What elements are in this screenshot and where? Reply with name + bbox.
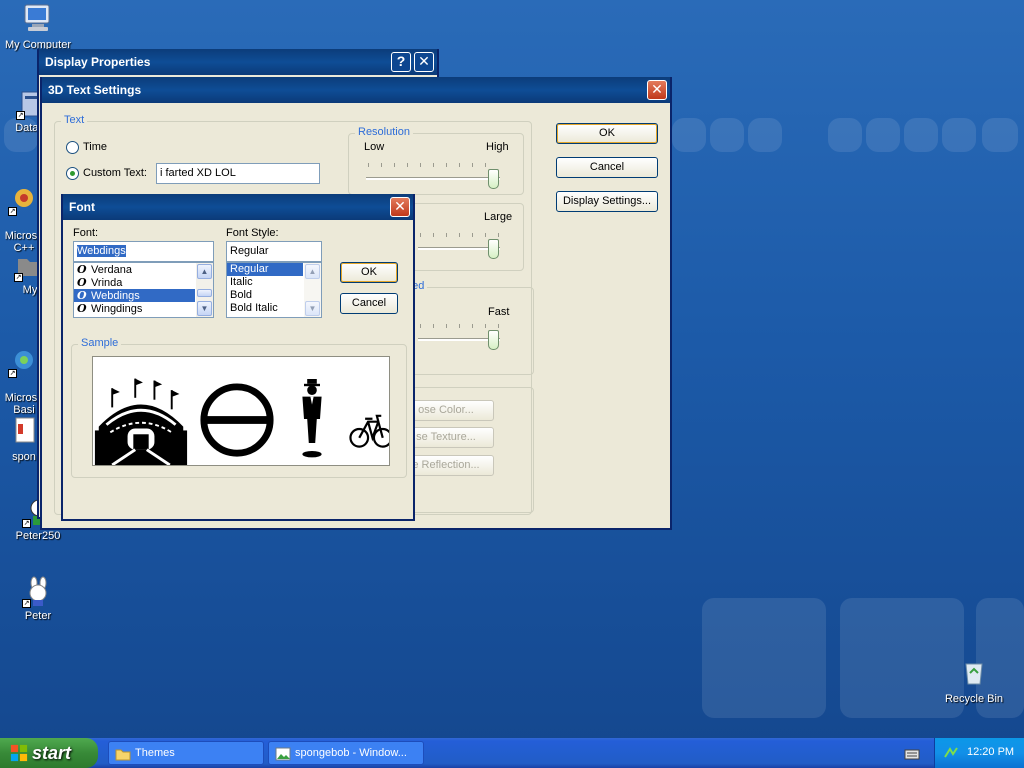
size-slider-thumb[interactable] [488, 239, 499, 259]
time-radio[interactable] [66, 141, 79, 154]
dialog-title: Font [69, 200, 95, 214]
clock[interactable]: 12:20 PM [967, 746, 1014, 758]
resolution-low-label: Low [364, 141, 385, 153]
ok-button[interactable]: OK [340, 262, 398, 283]
list-item-selected[interactable]: O Webdings [74, 289, 195, 302]
font-label: Font: [73, 227, 99, 239]
desktop-icon-label: Peter250 [15, 530, 61, 542]
dialog-title: 3D Text Settings [48, 83, 142, 97]
help-button[interactable]: ? [391, 52, 411, 72]
desktop-icon-label: Peter [24, 610, 52, 622]
font-dialog: Font ✕ Font: Webdings O Verdana O Vrinda O… [61, 194, 415, 521]
font-title-bar[interactable]: Font ✕ [63, 194, 413, 220]
taskbar-item-label: spongebob - Window... [295, 747, 407, 759]
man-in-suit-icon [302, 379, 322, 458]
font-list[interactable]: O Verdana O Vrinda O Webdings O Wingdings ▲ … [73, 262, 214, 318]
size-ticks [420, 233, 500, 237]
shortcut-arrow-icon: ↗ [22, 599, 31, 608]
list-item[interactable]: O Vrinda [74, 276, 213, 289]
network-icon[interactable] [943, 745, 959, 761]
size-large-label: Large [484, 211, 513, 223]
shortcut-arrow-icon: ↗ [8, 207, 17, 216]
close-button[interactable]: ✕ [390, 197, 410, 217]
speed-slider-thumb[interactable] [488, 330, 499, 350]
image-file-icon [15, 417, 35, 443]
close-button[interactable]: ✕ [414, 52, 434, 72]
recycle-bin-icon [965, 663, 983, 685]
text3d-title-bar[interactable]: 3D Text Settings ✕ [42, 77, 670, 103]
taskbar-item-label: Themes [135, 747, 175, 759]
resolution-high-label: High [486, 141, 509, 153]
sample-group-title: Sample [78, 337, 122, 349]
font-style-list[interactable]: Regular Italic Bold Bold Italic ▲ ▼ [226, 262, 322, 318]
shortcut-arrow-icon: ↗ [22, 519, 31, 528]
custom-text-input[interactable]: i farted XD LOL [156, 163, 320, 184]
time-label: Time [83, 141, 108, 153]
list-item[interactable]: O Verdana [74, 263, 213, 276]
opentype-font-icon: O [77, 263, 87, 276]
resolution-ticks [368, 163, 498, 167]
speed-ticks [420, 324, 500, 328]
font-name-input[interactable]: Webdings [73, 241, 214, 262]
display-properties-title-bar[interactable]: Display Properties ? ✕ [39, 49, 437, 75]
display-settings-button[interactable]: Display Settings... [556, 191, 658, 212]
style-list-scrollbar[interactable]: ▲ ▼ [304, 263, 321, 317]
resolution-group-title: Resolution [355, 126, 413, 138]
start-button[interactable]: start [0, 738, 98, 768]
keyboard-icon[interactable] [904, 746, 920, 762]
system-tray: 12:20 PM [934, 738, 1024, 768]
resolution-slider-track [366, 177, 500, 180]
start-label: start [32, 743, 72, 763]
windows-logo-icon [10, 744, 28, 762]
custom-text-radio[interactable] [66, 167, 79, 180]
opentype-font-icon: O [77, 289, 87, 302]
shortcut-arrow-icon: ↗ [14, 273, 23, 282]
close-button[interactable]: ✕ [647, 80, 667, 100]
image-viewer-icon [275, 747, 291, 761]
computer-icon [24, 4, 50, 31]
font-list-scrollbar[interactable]: ▲ ▼ [196, 263, 213, 317]
scroll-down-icon[interactable]: ▼ [305, 301, 320, 316]
custom-text-label: Custom Text: [83, 167, 147, 179]
text-group-title: Text [61, 114, 88, 126]
scroll-down-icon[interactable]: ▼ [197, 301, 212, 316]
desktop-icon-my-computer[interactable]: My Computer [0, 2, 76, 51]
opentype-font-icon: O [77, 276, 87, 289]
cancel-button[interactable]: Cancel [556, 157, 658, 178]
list-item[interactable]: O Wingdings [74, 302, 213, 315]
list-item-selected[interactable]: Regular [227, 263, 303, 276]
window-title: Display Properties [45, 55, 151, 69]
minus-circle-icon [200, 383, 274, 457]
cancel-button[interactable]: Cancel [340, 293, 398, 314]
font-name-value: Webdings [77, 245, 126, 257]
opentype-font-icon: O [77, 302, 87, 315]
desktop-icon-label: Recycle Bin [944, 693, 1004, 705]
taskbar: start Themes spongebob - Window... 12:20… [0, 738, 1024, 768]
scroll-up-icon[interactable]: ▲ [197, 264, 212, 279]
speed-fast-label: Fast [488, 306, 510, 318]
scroll-thumb[interactable] [197, 289, 212, 297]
font-style-input[interactable]: Regular [226, 241, 322, 262]
desktop-icon-peter[interactable]: ↗ Peter [0, 576, 76, 622]
taskbar-item-themes[interactable]: Themes [108, 741, 264, 765]
bicycle-icon [349, 414, 389, 448]
desktop-icon-recycle-bin[interactable]: Recycle Bin [936, 656, 1012, 705]
sample-preview [92, 356, 390, 466]
scroll-up-icon[interactable]: ▲ [305, 264, 320, 279]
shortcut-arrow-icon: ↗ [8, 369, 17, 378]
folder-icon [115, 749, 131, 761]
stadium-icon [94, 378, 188, 465]
taskbar-item-spongebob[interactable]: spongebob - Window... [268, 741, 424, 765]
font-style-label: Font Style: [226, 227, 279, 239]
shortcut-arrow-icon: ↗ [16, 111, 25, 120]
ok-button[interactable]: OK [556, 123, 658, 144]
resolution-slider-thumb[interactable] [488, 169, 499, 189]
